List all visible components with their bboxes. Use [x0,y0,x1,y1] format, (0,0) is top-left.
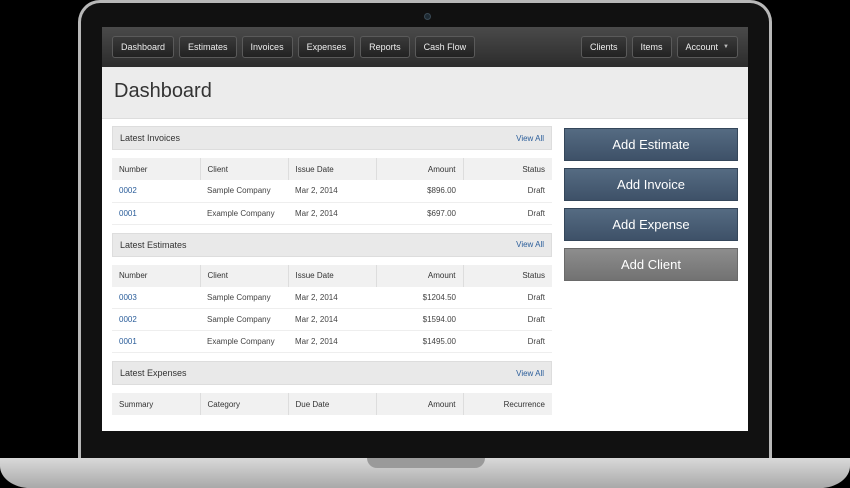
nav-clients[interactable]: Clients [580,36,627,58]
table-cell: Draft [463,330,552,353]
table-cell: Draft [463,308,552,331]
table-cell: Example Company [200,330,288,353]
column-header[interactable]: Status [462,264,552,287]
add-expense-button[interactable]: Add Expense [564,208,738,241]
table-cell: $1594.00 [376,308,463,331]
invoices-table: Number Client Issue Date Amount Status 0… [112,158,552,225]
estimates-title: Latest Estimates [120,239,187,250]
column-header[interactable]: Issue Date [287,158,376,180]
add-estimate-button[interactable]: Add Estimate [564,128,738,161]
column-header[interactable]: Due Date [287,393,376,415]
column-header[interactable]: Number [112,264,200,287]
table-row: 0003 Sample Company Mar 2, 2014 $1204.50… [112,286,552,309]
table-cell: $1204.50 [376,286,463,309]
nav-account[interactable]: Account ▼ [676,36,738,58]
app-screen: Dashboard Estimates Invoices Expenses Re… [102,27,748,431]
estimates-view-all-link[interactable]: View All [516,240,544,249]
column-header[interactable]: Issue Date [287,264,376,287]
column-header[interactable]: Status [462,158,552,180]
column-header[interactable]: Number [112,158,200,180]
table-row: 0001 Example Company Mar 2, 2014 $1495.0… [112,330,552,353]
table-cell: Sample Company [200,308,288,331]
main-content: Latest Invoices View All Number Client I… [102,119,748,423]
laptop-base [0,458,850,488]
table-cell: Mar 2, 2014 [288,180,376,203]
nav-account-label: Account [685,42,719,52]
nav-items[interactable]: Items [631,36,672,58]
table-row: 0001 Example Company Mar 2, 2014 $697.00… [112,202,552,225]
column-header[interactable]: Summary [112,393,200,415]
table-header-row: Number Client Issue Date Amount Status [112,158,552,180]
table-cell: Example Company [200,202,288,225]
column-header[interactable]: Client [199,264,288,287]
table-header-row: Summary Category Due Date Amount Recurre… [112,393,552,415]
page-header: Dashboard [102,67,748,119]
estimate-number-link[interactable]: 0002 [112,308,200,331]
table-row: 0002 Sample Company Mar 2, 2014 $1594.00… [112,308,552,331]
table-cell: Draft [463,180,552,203]
table-cell: Sample Company [200,286,288,309]
table-cell: Mar 2, 2014 [288,286,376,309]
table-cell: Sample Company [200,180,288,203]
tables-column: Latest Invoices View All Number Client I… [112,126,552,423]
nav-expenses[interactable]: Expenses [297,36,356,58]
expenses-section: Latest Expenses View All Summary Categor… [112,361,552,415]
table-header-row: Number Client Issue Date Amount Status [112,264,552,287]
expenses-title: Latest Expenses [120,368,187,378]
nav-reports[interactable]: Reports [360,36,410,58]
add-invoice-button[interactable]: Add Invoice [564,168,738,201]
expenses-header: Latest Expenses View All [112,361,552,385]
nav-estimates[interactable]: Estimates [179,36,237,58]
column-header[interactable]: Amount [375,264,463,287]
table-cell: Mar 2, 2014 [288,308,376,331]
invoices-view-all-link[interactable]: View All [516,134,544,143]
column-header[interactable]: Category [199,393,288,415]
estimates-table: Number Client Issue Date Amount Status 0… [112,264,552,353]
estimate-number-link[interactable]: 0001 [112,330,200,353]
add-client-button[interactable]: Add Client [564,248,738,281]
table-row: 0002 Sample Company Mar 2, 2014 $896.00 … [112,180,552,203]
invoice-number-link[interactable]: 0001 [112,202,200,225]
actions-column: Add Estimate Add Invoice Add Expense Add… [564,126,738,423]
nav-invoices[interactable]: Invoices [241,36,293,58]
top-navigation: Dashboard Estimates Invoices Expenses Re… [102,27,748,67]
invoices-title: Latest Invoices [120,133,181,143]
table-cell: Draft [463,286,552,309]
estimate-number-link[interactable]: 0003 [112,286,200,309]
invoice-number-link[interactable]: 0002 [112,180,200,203]
table-cell: Draft [463,202,552,225]
invoices-header: Latest Invoices View All [112,126,552,150]
estimates-header: Latest Estimates View All [112,232,552,257]
nav-cash-flow[interactable]: Cash Flow [414,36,476,58]
table-cell: $896.00 [376,180,463,203]
nav-dashboard[interactable]: Dashboard [112,36,175,58]
caret-down-icon: ▼ [723,44,729,50]
invoices-section: Latest Invoices View All Number Client I… [112,126,552,225]
expenses-view-all-link[interactable]: View All [516,369,544,378]
column-header[interactable]: Client [199,158,288,180]
column-header[interactable]: Amount [375,393,463,415]
table-cell: Mar 2, 2014 [288,330,376,353]
column-header[interactable]: Recurrence [462,393,552,415]
expenses-table: Summary Category Due Date Amount Recurre… [112,393,552,415]
laptop-notch [367,458,485,468]
table-cell: $1495.00 [376,330,463,353]
table-cell: $697.00 [376,202,463,225]
page-title: Dashboard [114,80,212,102]
column-header[interactable]: Amount [375,158,463,180]
table-cell: Mar 2, 2014 [288,202,376,225]
camera-icon [424,13,431,20]
estimates-section: Latest Estimates View All Number Client … [112,232,552,353]
